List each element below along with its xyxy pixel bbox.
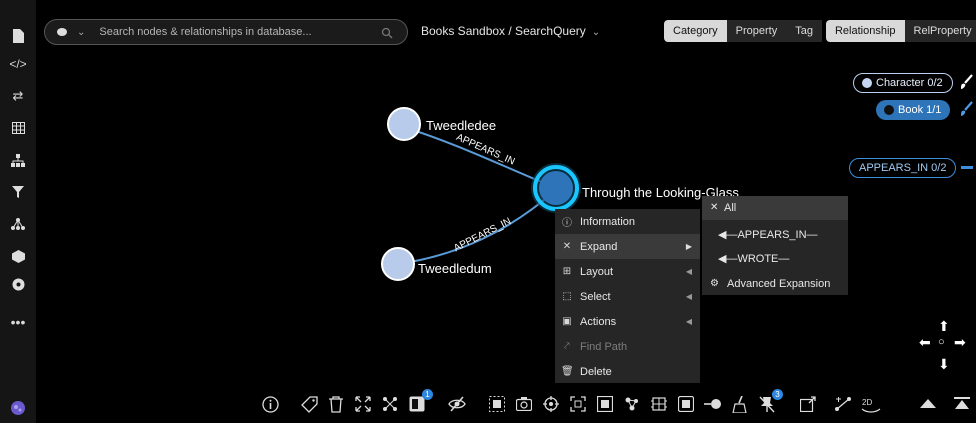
select-all-icon[interactable] [488,395,506,413]
menu-item-label: Select [580,290,611,303]
menu-item-expand[interactable]: ✕ Expand ▶ [555,234,700,259]
chevron-left-icon: ◀ [685,267,692,276]
chevron-right-icon: ▶ [685,242,692,251]
menu-item-label: Actions [580,315,617,328]
tag-icon[interactable] [300,395,318,413]
align-top-icon[interactable] [952,395,972,413]
menu-item-select[interactable]: ⬚ Select ◀ [555,284,700,309]
expand-icon[interactable] [354,395,372,413]
cluster-icon[interactable] [623,395,641,413]
trash-icon: 🗑 [561,366,574,377]
fit-view-icon[interactable] [569,395,587,413]
expand-submenu: ✕ All ◀—APPEARS_IN— ◀—WROTE— ⚙ Advanced … [702,196,848,295]
focus-icon[interactable] [542,395,560,413]
pan-up-icon[interactable]: ⬆ [938,318,950,335]
edge-label: APPEARS_IN [452,216,513,254]
layout-icon: ⊞ [562,266,572,277]
path-icon: ⤤ [564,341,570,352]
menu-item-label: Find Path [580,340,628,353]
hide-icon[interactable] [448,395,466,413]
view-2d-icon[interactable]: 2D [861,395,881,413]
triangle-up-icon[interactable] [918,395,938,413]
expand-icon: ✕ [710,202,719,213]
submenu-item-appears-in[interactable]: ◀—APPEARS_IN— [718,228,818,241]
shortest-path-icon[interactable] [834,395,852,413]
node-tweedledee[interactable] [387,107,421,141]
menu-item-label: Layout [580,265,614,278]
info-icon: ⓘ [562,218,572,229]
expand-icon: ✕ [562,241,572,252]
submenu-item-all[interactable]: All [724,202,736,214]
info-icon[interactable] [261,395,279,413]
menu-item-label: Information [580,215,636,228]
trash-icon[interactable] [327,395,345,413]
pan-left-icon[interactable]: ⬅ [919,334,931,351]
export-icon[interactable] [799,395,817,413]
select-icon: ⬚ [562,291,572,302]
svg-text:2D: 2D [862,398,872,407]
zoom-selection-icon[interactable] [596,395,614,413]
node-through-the-looking-glass[interactable] [539,171,573,205]
submenu-item-wrote[interactable]: ◀—WROTE— [718,252,789,265]
actions-icon: ▣ [562,316,572,327]
menu-item-label: Delete [580,365,612,378]
menu-item-label: Expand [580,240,618,253]
clean-icon[interactable] [731,395,749,413]
pinned-count-badge: 3 [772,389,783,400]
graph-layout-icon[interactable] [381,395,399,413]
chevron-left-icon: ◀ [685,317,692,326]
add-link-icon[interactable] [704,395,722,413]
node-tweedledum[interactable] [381,247,415,281]
submenu-item-advanced-expansion[interactable]: Advanced Expansion [727,278,830,290]
context-menu: ⓘ Information ✕ Expand ▶ ⊞ Layout ◀ ⬚ Se… [555,209,700,383]
pan-right-icon[interactable]: ➡ [954,334,966,351]
menu-item-find-path[interactable]: ⤤ Find Path [555,334,700,359]
menu-item-information[interactable]: ⓘ Information [555,209,700,234]
menu-item-delete[interactable]: 🗑 Delete [555,359,700,384]
gears-icon: ⚙ [710,278,719,289]
menu-item-layout[interactable]: ⊞ Layout ◀ [555,259,700,284]
merge-icon[interactable] [677,395,695,413]
screenshot-icon[interactable] [515,395,533,413]
selection-count-badge: 1 [422,389,433,400]
edge-appears-in-2[interactable] [397,189,557,265]
node-label: Tweedledee [426,118,497,133]
center-icon[interactable]: ○ [938,336,945,348]
pan-down-icon[interactable]: ⬇ [938,356,950,373]
menu-item-actions[interactable]: ▣ Actions ◀ [555,309,700,334]
node-label: Tweedledum [418,261,492,276]
chevron-left-icon: ◀ [685,292,692,301]
grid-layout-icon[interactable] [650,395,668,413]
